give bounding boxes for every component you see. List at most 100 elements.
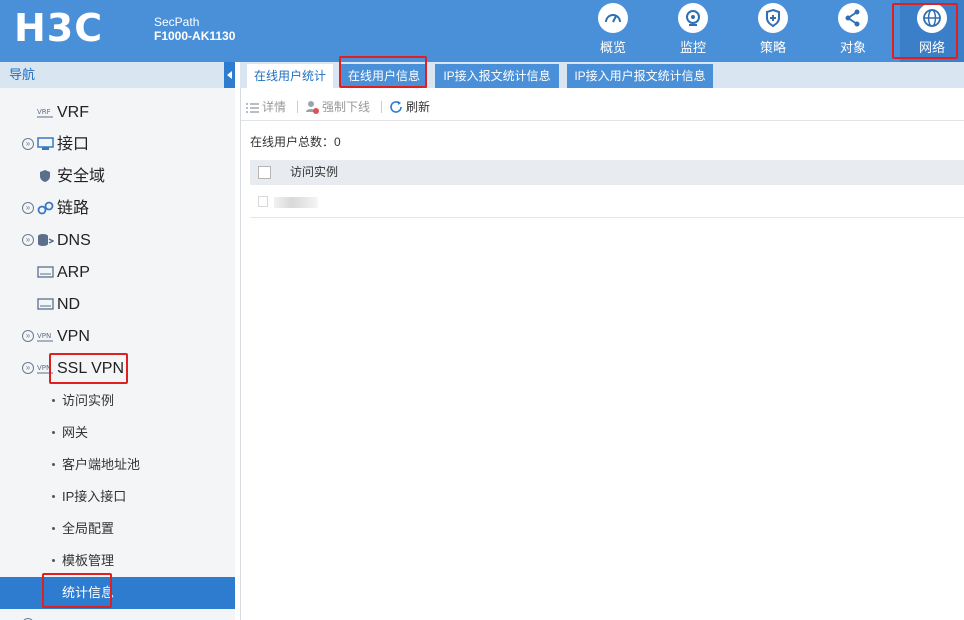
- column-header-access-instance[interactable]: 访问实例: [290, 160, 338, 185]
- link-icon: [37, 201, 54, 215]
- details-button[interactable]: 详情: [246, 99, 286, 115]
- nav-network-label: 网络: [918, 40, 945, 55]
- sidebar-item-partial: »: [0, 610, 235, 620]
- tab-ip-access-user-packet-stats[interactable]: IP接入用户报文统计信息: [567, 64, 713, 88]
- sidebar-item-label: VPN: [57, 328, 90, 345]
- product-line: SecPath: [154, 15, 200, 29]
- ssl-vpn-icon: VPN: [37, 364, 53, 374]
- expand-icon[interactable]: »: [22, 234, 34, 246]
- sidebar-item-label: 安全域: [57, 168, 106, 185]
- sidebar-item-link[interactable]: » 链路: [0, 194, 235, 224]
- toolbar-divider: [297, 101, 298, 113]
- list-icon: [246, 103, 259, 113]
- nav-network[interactable]: 网络: [900, 0, 964, 62]
- sidebar-item-nd[interactable]: ND: [0, 290, 235, 320]
- nav-object-label: 对象: [839, 40, 866, 55]
- sidebar-subitem-statistics[interactable]: 统计信息: [0, 577, 235, 609]
- svg-text:VPN: VPN: [37, 332, 51, 340]
- content-border: [240, 88, 241, 620]
- sidebar-subitem-label: 统计信息: [62, 585, 115, 600]
- arp-icon: [37, 266, 54, 278]
- expand-icon[interactable]: »: [22, 330, 34, 342]
- sidebar-item-label: 链路: [57, 200, 90, 217]
- sidebar-item-label: SSL VPN: [57, 360, 124, 377]
- refresh-button[interactable]: 刷新: [389, 99, 430, 115]
- sidebar-item-arp[interactable]: ARP: [0, 258, 235, 288]
- expand-icon[interactable]: »: [22, 138, 34, 150]
- sidebar-subitem-gateway[interactable]: 网关: [0, 417, 235, 449]
- share-icon: [838, 3, 868, 33]
- sidebar-item-vrf[interactable]: VRF VRF: [0, 98, 235, 128]
- sidebar-subitem-label: 访问实例: [62, 393, 115, 408]
- dashboard-icon: [598, 3, 628, 33]
- force-offline-button[interactable]: 强制下线: [305, 99, 370, 115]
- h3c-logo: H3C: [14, 6, 104, 50]
- sidebar-item-label: ND: [57, 296, 81, 313]
- sidebar-subitem-access-instance[interactable]: 访问实例: [0, 385, 235, 417]
- sidebar: 导航 VRF VRF » 接口 安全域 » 链路 » DNS ARP ND » …: [0, 62, 235, 620]
- bullet-dot: [52, 495, 55, 498]
- nd-icon: [37, 298, 54, 310]
- interface-icon: [37, 137, 54, 150]
- sidebar-item-ssl-vpn[interactable]: » VPN SSL VPN: [0, 354, 235, 384]
- svg-text:VRF: VRF: [37, 108, 51, 116]
- nav-policy[interactable]: 策略: [741, 0, 805, 62]
- expand-icon[interactable]: »: [22, 202, 34, 214]
- sidebar-item-interface[interactable]: » 接口: [0, 130, 235, 160]
- globe-icon: [917, 3, 947, 33]
- nav-monitor[interactable]: 监控: [661, 0, 725, 62]
- details-label: 详情: [262, 100, 287, 114]
- bullet-dot: [52, 399, 55, 402]
- nav-overview-label: 概览: [599, 40, 626, 55]
- sidebar-subitem-label: IP接入接口: [62, 489, 127, 504]
- sidebar-subitem-label: 网关: [62, 425, 89, 440]
- online-user-total: 在线用户总数：0: [250, 135, 341, 149]
- sidebar-subitem-ip-access-interface[interactable]: IP接入接口: [0, 481, 235, 513]
- sidebar-item-label: 接口: [57, 136, 90, 153]
- security-zone-icon: [40, 170, 50, 182]
- toolbar: 详情 强制下线 刷新: [240, 93, 964, 121]
- refresh-label: 刷新: [406, 100, 431, 114]
- sidebar-item-label: ARP: [57, 264, 90, 281]
- vrf-icon: VRF: [37, 108, 53, 118]
- sidebar-item-dns[interactable]: » DNS: [0, 226, 235, 256]
- collapse-icon[interactable]: »: [22, 362, 34, 374]
- tab-online-user-info[interactable]: 在线用户信息: [341, 64, 427, 88]
- sidebar-subitem-global-config[interactable]: 全局配置: [0, 513, 235, 545]
- bullet-dot: [52, 527, 55, 530]
- force-offline-label: 强制下线: [322, 100, 371, 114]
- nav-overview[interactable]: 概览: [581, 0, 645, 62]
- nav-object[interactable]: 对象: [821, 0, 885, 62]
- tab-ip-access-packet-stats[interactable]: IP接入报文统计信息: [435, 64, 559, 88]
- sidebar-subitem-template-mgmt[interactable]: 模板管理: [0, 545, 235, 577]
- sidebar-collapse-button[interactable]: [224, 62, 235, 88]
- monitor-icon: [678, 3, 708, 33]
- shield-icon: [758, 3, 788, 33]
- top-header: H3C SecPath F1000-AK1130 概览 监控 策略 对象 网络: [0, 0, 964, 62]
- table-row[interactable]: [250, 185, 964, 218]
- product-model: F1000-AK1130: [154, 29, 236, 43]
- refresh-icon: [390, 101, 402, 113]
- toolbar-divider: [381, 101, 382, 113]
- sidebar-item-vpn[interactable]: » VPN VPN: [0, 322, 235, 352]
- svg-text:VPN: VPN: [37, 364, 51, 372]
- table-header: 访问实例: [250, 160, 964, 185]
- select-all-checkbox[interactable]: [258, 166, 271, 179]
- row-checkbox[interactable]: [258, 196, 268, 207]
- dns-icon: [38, 234, 54, 246]
- sidebar-title: 导航: [0, 62, 235, 88]
- sidebar-subitem-label: 模板管理: [62, 553, 115, 568]
- product-name: SecPath F1000-AK1130: [154, 15, 235, 43]
- sidebar-subitem-label: 全局配置: [62, 521, 115, 536]
- nav-policy-label: 策略: [759, 40, 786, 55]
- sidebar-subitem-label: 客户端地址池: [62, 457, 141, 472]
- user-offline-icon: [306, 101, 319, 114]
- main-content: 在线用户统计 在线用户信息 IP接入报文统计信息 IP接入用户报文统计信息 详情…: [240, 62, 964, 620]
- tab-bar: 在线用户统计 在线用户信息 IP接入报文统计信息 IP接入用户报文统计信息: [240, 62, 964, 88]
- sidebar-item-security-zone[interactable]: 安全域: [0, 162, 235, 192]
- vpn-icon: VPN: [37, 332, 53, 342]
- sidebar-subitem-client-pool[interactable]: 客户端地址池: [0, 449, 235, 481]
- tab-online-user-stats[interactable]: 在线用户统计: [247, 64, 333, 88]
- nav-monitor-label: 监控: [679, 40, 706, 55]
- bullet-dot: [52, 431, 55, 434]
